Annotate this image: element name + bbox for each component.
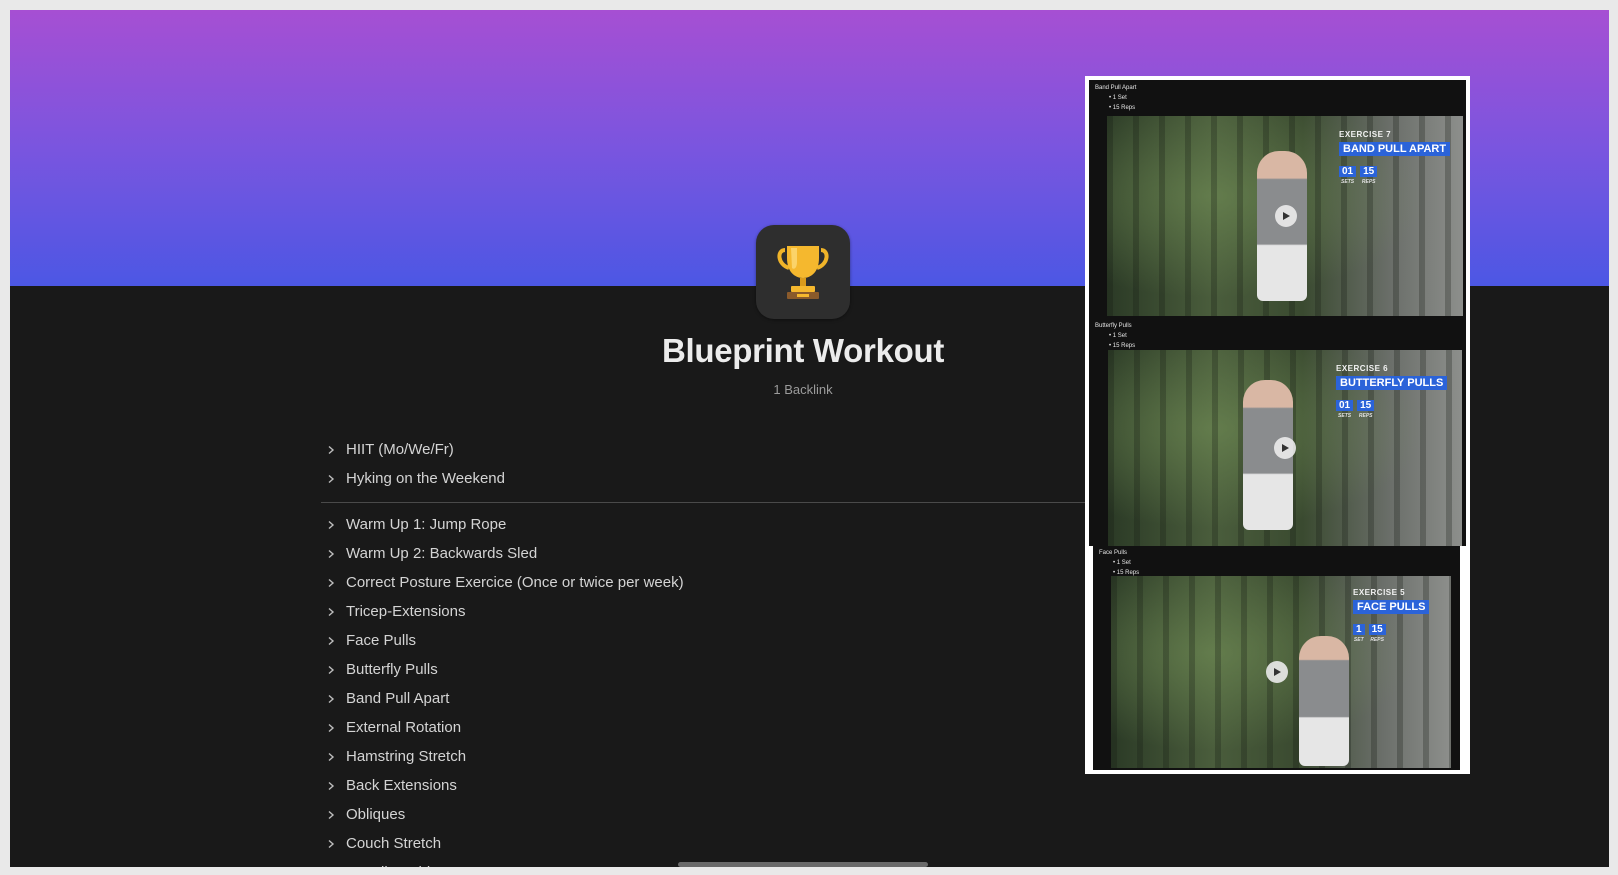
video-thumbnail[interactable]: EXERCISE 5 FACE PULLS 1 SET 15 REPS	[1111, 576, 1451, 768]
toggle-label: Hyking on the Weekend	[346, 470, 505, 487]
chevron-right-icon[interactable]	[322, 752, 346, 762]
toggle-list-main: Warm Up 1: Jump Rope Warm Up 2: Backwards…	[322, 510, 1082, 867]
backlinks-link[interactable]: 1 Backlink	[710, 382, 896, 397]
toggle-label: Hamstring Stretch	[346, 748, 467, 765]
toggle-label: Warm Up 2: Backwards Sled	[346, 545, 538, 562]
toggle-item[interactable]: Face Pulls	[322, 626, 1082, 655]
chevron-right-icon[interactable]	[322, 636, 346, 646]
toggle-item[interactable]: Hamstring Stretch	[322, 742, 1082, 771]
toggle-item[interactable]: HIIT (Mo/We/Fr)	[322, 435, 1082, 464]
clip-sets: • 1 Set	[1113, 560, 1131, 566]
chevron-right-icon[interactable]	[322, 665, 346, 675]
toggle-item[interactable]: Hyking on the Weekend	[322, 464, 1082, 493]
chevron-right-icon[interactable]	[322, 839, 346, 849]
chevron-right-icon[interactable]	[322, 520, 346, 530]
video-thumbnail[interactable]: EXERCISE 7 BAND PULL APART 01 SETS 15 REPS	[1107, 116, 1463, 316]
clip-heading: Butterfly Pulls	[1095, 323, 1132, 329]
toggle-item[interactable]: Couch Stretch	[322, 829, 1082, 858]
toggle-item[interactable]: Back Extensions	[322, 771, 1082, 800]
scrollbar[interactable]	[678, 862, 928, 867]
toggle-item[interactable]: External Rotation	[322, 713, 1082, 742]
clip-heading: Band Pull Apart	[1095, 85, 1137, 91]
clip-face-pulls: Face Pulls • 1 Set • 15 Reps EXERCISE 5 …	[1093, 546, 1460, 770]
chevron-right-icon[interactable]	[322, 607, 346, 617]
app-window: Blueprint Workout 1 Backlink HIIT (Mo/We…	[10, 10, 1609, 867]
chevron-right-icon[interactable]	[322, 810, 346, 820]
toggle-label: Band Pull Apart	[346, 690, 450, 707]
exercise-overlay: EXERCISE 6 BUTTERFLY PULLS 01 SETS 15 REPS	[1336, 364, 1448, 419]
toggle-item[interactable]: Tricep-Extensions	[322, 597, 1082, 626]
clip-sets: • 1 Set	[1109, 333, 1127, 339]
chevron-right-icon[interactable]	[322, 578, 346, 588]
toggle-item[interactable]: Obliques	[322, 800, 1082, 829]
chevron-right-icon[interactable]	[322, 694, 346, 704]
play-icon[interactable]	[1274, 437, 1296, 459]
divider	[321, 502, 1094, 503]
clip-band-pull-apart: Band Pull Apart • 1 Set • 15 Reps EXERCI…	[1089, 80, 1466, 318]
toggle-label: Correct Posture Exercice (Once or twice …	[346, 574, 684, 591]
toggle-item[interactable]: Butterfly Pulls	[322, 655, 1082, 684]
toggle-label: Butterfly Pulls	[346, 661, 438, 678]
toggle-item[interactable]: Warm Up 2: Backwards Sled	[322, 539, 1082, 568]
page-title: Blueprint Workout	[661, 332, 945, 369]
clip-heading: Face Pulls	[1099, 550, 1128, 556]
toggle-item[interactable]: Band Pull Apart	[322, 684, 1082, 713]
video-thumbnail[interactable]: EXERCISE 6 BUTTERFLY PULLS 01 SETS 15 REPS	[1108, 350, 1462, 546]
clip-butterfly-pulls: Butterfly Pulls • 1 Set • 15 Reps EXERCI…	[1089, 318, 1466, 546]
toggle-label: Kneeling Shin	[346, 864, 439, 867]
clip-sets: • 1 Set	[1109, 95, 1127, 101]
toggle-label: Face Pulls	[346, 632, 417, 649]
embedded-screenshot[interactable]: Band Pull Apart • 1 Set • 15 Reps EXERCI…	[1085, 76, 1470, 774]
play-icon[interactable]	[1266, 661, 1288, 683]
exercise-overlay: EXERCISE 7 BAND PULL APART 01 SETS 15 REPS	[1339, 130, 1451, 185]
chevron-right-icon[interactable]	[322, 723, 346, 733]
toggle-label: Tricep-Extensions	[346, 603, 466, 620]
toggle-item[interactable]: Warm Up 1: Jump Rope	[322, 510, 1082, 539]
toggle-label: Back Extensions	[346, 777, 457, 794]
toggle-label: External Rotation	[346, 719, 462, 736]
toggle-label: HIIT (Mo/We/Fr)	[346, 441, 454, 458]
chevron-right-icon[interactable]	[322, 445, 346, 455]
toggle-item[interactable]: Correct Posture Exercice (Once or twice …	[322, 568, 1082, 597]
trophy-icon[interactable]	[756, 225, 850, 319]
chevron-right-icon[interactable]	[322, 474, 346, 484]
exercise-overlay: EXERCISE 5 FACE PULLS 1 SET 15 REPS	[1353, 588, 1430, 643]
play-icon[interactable]	[1275, 205, 1297, 227]
chevron-right-icon[interactable]	[322, 781, 346, 791]
toggle-label: Warm Up 1: Jump Rope	[346, 516, 507, 533]
clip-reps: • 15 Reps	[1109, 105, 1136, 111]
toggle-label: Couch Stretch	[346, 835, 442, 852]
toggle-label: Obliques	[346, 806, 406, 823]
toggle-list-top: HIIT (Mo/We/Fr) Hyking on the Weekend	[322, 435, 1082, 493]
chevron-right-icon[interactable]	[322, 549, 346, 559]
